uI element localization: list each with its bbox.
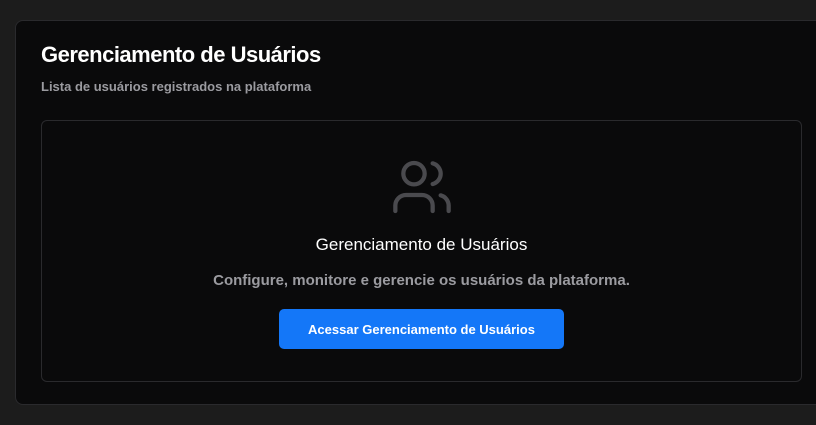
empty-state-heading: Gerenciamento de Usuários bbox=[315, 235, 528, 254]
page: Gerenciamento de Usuários Lista de usuár… bbox=[0, 0, 816, 425]
access-user-management-button[interactable]: Acessar Gerenciamento de Usuários bbox=[279, 309, 564, 349]
empty-state-description: Configure, monitore e gerencie os usuári… bbox=[213, 272, 630, 289]
empty-state-panel: Gerenciamento de Usuários Configure, mon… bbox=[41, 120, 802, 382]
user-management-card: Gerenciamento de Usuários Lista de usuár… bbox=[15, 20, 816, 405]
card-subtitle: Lista de usuários registrados na platafo… bbox=[41, 79, 312, 94]
card-title: Gerenciamento de Usuários bbox=[41, 42, 321, 67]
users-icon bbox=[393, 160, 451, 214]
